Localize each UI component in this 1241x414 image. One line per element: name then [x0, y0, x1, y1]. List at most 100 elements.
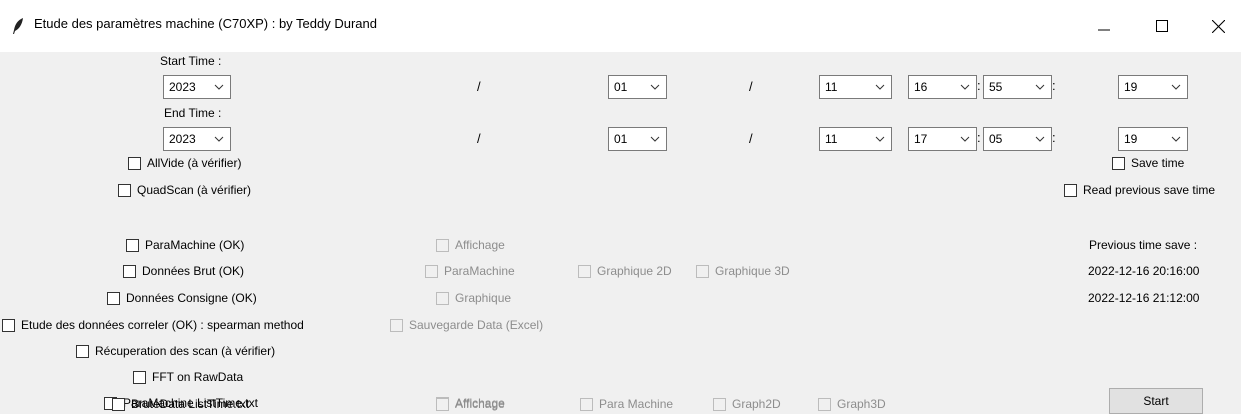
quadscan-label: QuadScan (à vérifier): [137, 183, 252, 197]
start-hour-value: 16: [914, 80, 928, 94]
allvide-label: AllVide (à vérifier): [147, 156, 242, 170]
brut-graphique3d-checkbox[interactable]: Graphique 3D: [696, 261, 790, 281]
minimize-icon: [1098, 29, 1110, 31]
maximize-icon: [1156, 20, 1168, 32]
consigne-graphique-checkbox[interactable]: Graphique: [436, 288, 511, 308]
checkbox-box[interactable]: [1064, 183, 1077, 197]
checkbox-box[interactable]: [76, 344, 89, 358]
start-day-value: 11: [825, 80, 838, 94]
end-hour-select[interactable]: 17: [908, 127, 977, 151]
chevron-down-icon: [960, 136, 970, 142]
brute-graph2d-checkbox[interactable]: Graph2D: [713, 394, 781, 414]
end-year-value: 2023: [169, 132, 196, 146]
read-previous-checkbox[interactable]: Read previous save time: [1064, 180, 1215, 200]
checkbox-box[interactable]: [2, 318, 15, 332]
start-year-value: 2023: [169, 80, 196, 94]
brutedata-listtime-checkbox[interactable]: BruteData ListTime.txt: [112, 394, 249, 414]
start-second-select[interactable]: 19: [1118, 75, 1188, 99]
paramachine-affichage-label: Affichage: [455, 238, 505, 252]
brute-para-machine-label: Para Machine: [599, 397, 674, 411]
start-day-select[interactable]: 11: [819, 75, 892, 99]
end-month-value: 01: [614, 132, 628, 146]
checkbox-box[interactable]: [118, 183, 131, 197]
start-time-label: Start Time :: [160, 54, 222, 68]
maximize-button[interactable]: [1139, 8, 1185, 44]
chevron-down-icon: [875, 84, 885, 90]
start-year-select[interactable]: 2023: [163, 75, 231, 99]
chevron-down-icon: [650, 84, 660, 90]
correler-sauvegarde-checkbox[interactable]: Sauvegarde Data (Excel): [390, 315, 543, 335]
checkbox-box[interactable]: [425, 264, 438, 278]
brut-paramachine-label: ParaMachine: [444, 264, 515, 278]
chevron-down-icon: [214, 136, 224, 142]
brute-graph2d-label: Graph2D: [732, 397, 781, 411]
recuperation-scan-checkbox[interactable]: Récuperation des scan (à vérifier): [76, 341, 275, 361]
window-title: Etude des paramètres machine (C70XP) : b…: [34, 16, 377, 31]
start-minute-select[interactable]: 55: [983, 75, 1052, 99]
end-time-label: End Time :: [164, 106, 222, 120]
date-separator: /: [749, 79, 753, 94]
end-second-value: 19: [1124, 132, 1138, 146]
donnees-consigne-label: Données Consigne (OK): [126, 291, 257, 305]
donnees-brut-checkbox[interactable]: Données Brut (OK): [123, 261, 244, 281]
brute-affichage-checkbox[interactable]: Affichage: [436, 394, 505, 414]
checkbox-box[interactable]: [436, 397, 449, 411]
time-separator: :: [1052, 78, 1056, 93]
brutedata-listtime-label: BruteData ListTime.txt: [131, 397, 250, 411]
checkbox-box[interactable]: [128, 156, 141, 170]
checkbox-box[interactable]: [390, 318, 403, 332]
checkbox-box[interactable]: [107, 291, 120, 305]
date-separator: /: [477, 79, 481, 94]
end-hour-value: 17: [914, 132, 928, 146]
paramachine-label: ParaMachine (OK): [145, 238, 245, 252]
checkbox-box[interactable]: [112, 397, 125, 411]
end-day-select[interactable]: 11: [819, 127, 892, 151]
save-time-checkbox[interactable]: Save time: [1112, 153, 1184, 173]
close-button[interactable]: [1195, 8, 1241, 44]
start-minute-value: 55: [989, 80, 1003, 94]
end-minute-select[interactable]: 05: [983, 127, 1052, 151]
brute-para-machine-checkbox[interactable]: Para Machine: [580, 394, 673, 414]
brut-graphique2d-checkbox[interactable]: Graphique 2D: [578, 261, 672, 281]
checkbox-box[interactable]: [696, 264, 709, 278]
checkbox-box[interactable]: [126, 238, 139, 252]
quadscan-checkbox[interactable]: QuadScan (à vérifier): [118, 180, 251, 200]
brut-graphique2d-label: Graphique 2D: [597, 264, 672, 278]
end-year-select[interactable]: 2023: [163, 127, 231, 151]
correler-sauvegarde-label: Sauvegarde Data (Excel): [409, 318, 544, 332]
time-separator: :: [1052, 130, 1056, 145]
chevron-down-icon: [1171, 84, 1181, 90]
chevron-down-icon: [1171, 136, 1181, 142]
checkbox-box[interactable]: [580, 397, 593, 411]
fft-rawdata-checkbox[interactable]: FFT on RawData: [133, 367, 243, 387]
minimize-button[interactable]: [1081, 8, 1127, 44]
brute-graph3d-label: Graph3D: [837, 397, 886, 411]
previous-end-time: 2022-12-16 21:12:00: [1088, 291, 1200, 305]
allvide-checkbox[interactable]: AllVide (à vérifier): [128, 153, 241, 173]
etude-correler-label: Etude des données correler (OK) : spearm…: [21, 318, 304, 332]
time-separator: :: [977, 78, 981, 93]
brut-paramachine-checkbox[interactable]: ParaMachine: [425, 261, 515, 281]
donnees-consigne-checkbox[interactable]: Données Consigne (OK): [107, 288, 257, 308]
donnees-brut-label: Données Brut (OK): [142, 264, 245, 278]
paramachine-checkbox[interactable]: ParaMachine (OK): [126, 235, 244, 255]
checkbox-box[interactable]: [133, 370, 146, 384]
checkbox-box[interactable]: [818, 397, 831, 411]
checkbox-box[interactable]: [436, 238, 449, 252]
brute-graph3d-checkbox[interactable]: Graph3D: [818, 394, 886, 414]
checkbox-box[interactable]: [436, 291, 449, 305]
paramachine-affichage-checkbox[interactable]: Affichage: [436, 235, 505, 255]
feather-icon: [13, 18, 23, 34]
start-hour-select[interactable]: 16: [908, 75, 977, 99]
main-panel: Start Time : 2023 / 01 / 11 16 : 55 : 19…: [0, 52, 1241, 414]
start-button[interactable]: Start: [1109, 388, 1203, 414]
etude-correler-checkbox[interactable]: Etude des données correler (OK) : spearm…: [2, 315, 304, 335]
checkbox-box[interactable]: [1112, 156, 1125, 170]
start-month-select[interactable]: 01: [608, 75, 667, 99]
checkbox-box[interactable]: [713, 397, 726, 411]
checkbox-box[interactable]: [578, 264, 591, 278]
end-second-select[interactable]: 19: [1118, 127, 1188, 151]
fft-rawdata-label: FFT on RawData: [152, 370, 244, 384]
checkbox-box[interactable]: [123, 264, 136, 278]
end-month-select[interactable]: 01: [608, 127, 667, 151]
